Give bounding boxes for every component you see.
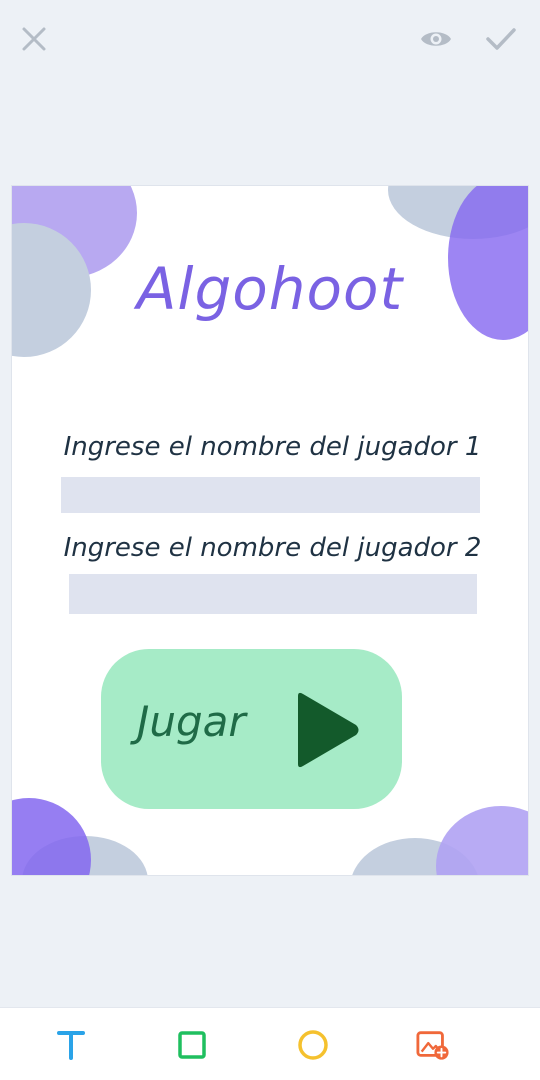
close-icon[interactable]	[17, 22, 51, 56]
play-button-label: Jugar	[137, 697, 246, 746]
player2-prompt: Ingrese el nombre del jugador 2	[63, 533, 482, 563]
player2-name-input[interactable]	[69, 574, 477, 614]
player1-name-input[interactable]	[61, 477, 480, 513]
top-toolbar	[0, 0, 540, 80]
player1-prompt: Ingrese el nombre del jugador 1	[63, 432, 482, 462]
app-title: Algohoot	[136, 255, 404, 323]
decorative-blob	[436, 806, 528, 875]
decorative-blob	[12, 798, 91, 875]
bottom-toolbar	[0, 1007, 540, 1080]
eye-icon[interactable]	[419, 22, 453, 56]
rectangle-tool-icon[interactable]	[175, 1028, 209, 1062]
check-icon[interactable]	[484, 22, 518, 56]
play-icon	[298, 692, 359, 768]
add-image-tool-icon[interactable]	[416, 1028, 450, 1062]
circle-tool-icon[interactable]	[296, 1028, 330, 1062]
text-tool-icon[interactable]	[54, 1028, 88, 1062]
play-button[interactable]: Jugar	[101, 649, 402, 809]
